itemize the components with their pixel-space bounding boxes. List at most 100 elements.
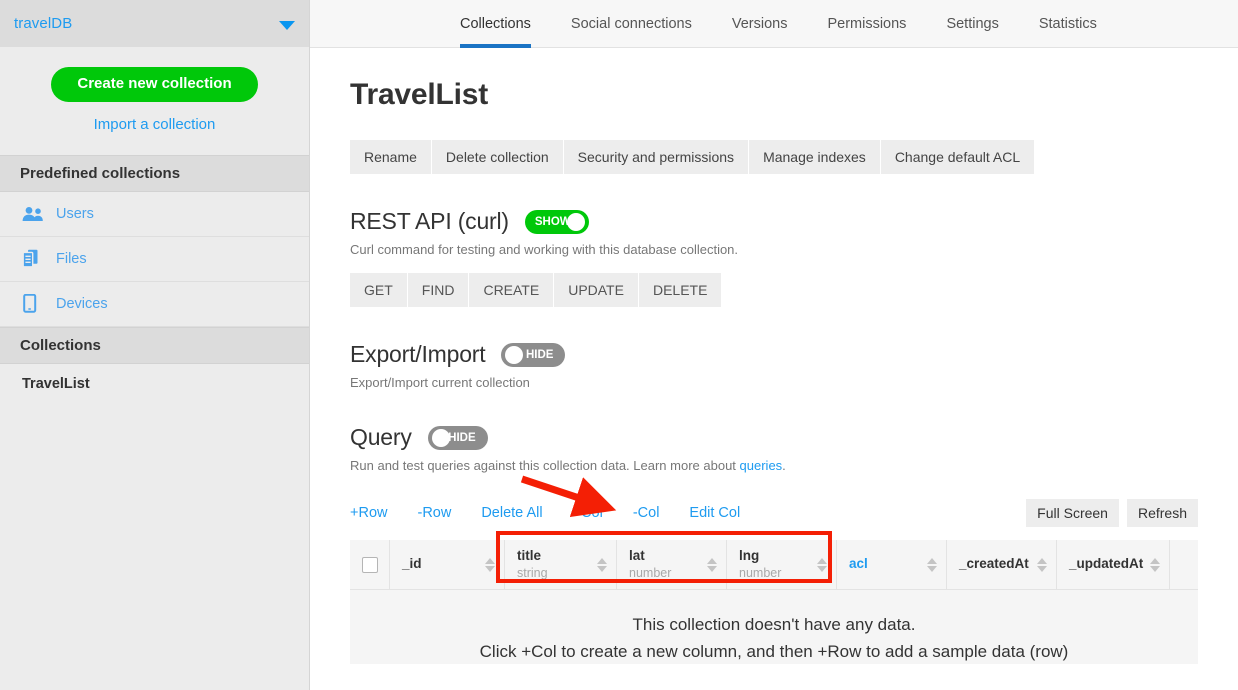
empty-state-message: This collection doesn't have any data. C… <box>350 590 1198 665</box>
tab-settings[interactable]: Settings <box>926 0 1018 48</box>
column-name: title <box>517 548 542 564</box>
sort-icon[interactable] <box>597 557 607 572</box>
remove-col-link[interactable]: -Col <box>633 505 660 521</box>
column-type: number <box>739 566 782 580</box>
import-collection-link[interactable]: Import a collection <box>0 116 309 133</box>
page-title: TravelList <box>350 78 489 111</box>
app-root: travelDB Create new collection Import a … <box>0 0 1238 690</box>
users-icon <box>22 206 56 222</box>
device-icon <box>22 294 56 313</box>
table-header-row: _id title string lat number lng number a… <box>350 540 1198 591</box>
column-header-id[interactable]: _id <box>390 540 505 590</box>
rest-verb-update[interactable]: UPDATE <box>554 273 639 308</box>
rest-verb-create[interactable]: CREATE <box>469 273 555 308</box>
tab-label: Settings <box>946 16 999 32</box>
caret-down-icon[interactable] <box>279 21 295 30</box>
tab-permissions[interactable]: Permissions <box>807 0 926 48</box>
files-icon <box>22 249 56 268</box>
column-header-lat[interactable]: lat number <box>617 540 727 590</box>
database-selector[interactable]: travelDB <box>0 0 309 47</box>
tab-label: Social connections <box>570 16 692 32</box>
collection-action-buttons: Rename Delete collection Security and pe… <box>350 140 1035 175</box>
column-type: number <box>629 566 672 580</box>
query-description-prefix: Run and test queries against this collec… <box>350 458 740 474</box>
column-name: acl <box>849 556 868 572</box>
add-col-link[interactable]: +Col <box>573 505 603 521</box>
rename-button[interactable]: Rename <box>350 140 432 175</box>
select-all-cell <box>350 540 390 590</box>
tab-versions[interactable]: Versions <box>712 0 808 48</box>
database-name: travelDB <box>14 15 73 32</box>
rest-verb-delete[interactable]: DELETE <box>638 273 722 308</box>
column-name: lng <box>739 548 760 564</box>
empty-state-line-1: This collection doesn't have any data. <box>632 615 916 635</box>
export-import-section-header: Export/Import HIDE <box>350 341 1198 368</box>
rest-api-section-header: REST API (curl) SHOW <box>350 208 1198 235</box>
main-panel: Collections Social connections Versions … <box>310 0 1238 690</box>
toggle-knob <box>566 212 585 231</box>
select-all-checkbox[interactable] <box>361 556 378 573</box>
top-navigation: Collections Social connections Versions … <box>310 0 1238 48</box>
sidebar-item-files[interactable]: Files <box>0 237 309 282</box>
rest-verb-find[interactable]: FIND <box>407 273 470 308</box>
delete-all-link[interactable]: Delete All <box>481 505 542 521</box>
manage-indexes-button[interactable]: Manage indexes <box>749 140 881 175</box>
full-screen-button[interactable]: Full Screen <box>1026 499 1119 528</box>
sort-icon[interactable] <box>1150 557 1160 572</box>
sidebar-item-label: Files <box>56 250 87 267</box>
toggle-knob <box>431 428 450 447</box>
column-header-lng[interactable]: lng number <box>727 540 837 590</box>
tab-label: Versions <box>731 16 788 32</box>
remove-row-link[interactable]: -Row <box>417 505 451 521</box>
rest-api-description: Curl command for testing and working wit… <box>350 242 739 258</box>
security-and-permissions-button[interactable]: Security and permissions <box>563 140 750 175</box>
tab-label: Permissions <box>827 16 907 32</box>
add-row-link[interactable]: +Row <box>350 505 387 521</box>
query-description: Run and test queries against this collec… <box>350 458 1198 473</box>
sidebar-collection-travellist[interactable]: TravelList <box>0 364 309 404</box>
column-name: _updatedAt <box>1069 556 1144 572</box>
sidebar-item-devices[interactable]: Devices <box>0 282 309 327</box>
edit-col-link[interactable]: Edit Col <box>689 505 740 521</box>
sidebar-item-users[interactable]: Users <box>0 192 309 237</box>
tab-statistics[interactable]: Statistics <box>1019 0 1117 48</box>
rest-verb-get[interactable]: GET <box>350 273 408 308</box>
export-import-description: Export/Import current collection <box>350 375 530 391</box>
sort-icon[interactable] <box>927 557 937 572</box>
create-new-collection-button[interactable]: Create new collection <box>51 67 258 102</box>
sort-icon[interactable] <box>1037 557 1047 572</box>
query-toggle[interactable]: HIDE <box>427 425 488 450</box>
sidebar-collection-label: TravelList <box>22 375 90 392</box>
query-right-buttons: Full Screen Refresh <box>1026 499 1198 528</box>
refresh-button[interactable]: Refresh <box>1126 499 1198 528</box>
column-header-updatedat[interactable]: _updatedAt <box>1057 540 1170 590</box>
export-import-toggle[interactable]: HIDE <box>501 342 566 367</box>
query-title: Query <box>350 424 412 451</box>
rest-api-verb-buttons: GET FIND CREATE UPDATE DELETE <box>350 273 722 308</box>
sort-icon[interactable] <box>817 557 827 572</box>
predefined-collections-header: Predefined collections <box>0 154 309 192</box>
tab-social-connections[interactable]: Social connections <box>551 0 712 48</box>
sort-icon[interactable] <box>485 557 495 572</box>
tab-label: Statistics <box>1038 16 1097 32</box>
column-header-createdat[interactable]: _createdAt <box>947 540 1057 590</box>
tab-label: Collections <box>460 16 531 32</box>
delete-collection-button[interactable]: Delete collection <box>431 140 564 175</box>
data-table: _id title string lat number lng number a… <box>350 540 1198 665</box>
query-toolbar: +Row -Row Delete All +Col -Col Edit Col … <box>350 499 1198 528</box>
column-name: lat <box>629 548 645 564</box>
tab-collections[interactable]: Collections <box>440 0 551 48</box>
column-name: _createdAt <box>959 556 1029 572</box>
sort-icon[interactable] <box>707 557 717 572</box>
query-section-header: Query HIDE <box>350 424 1198 451</box>
rest-api-title: REST API (curl) <box>350 208 509 235</box>
create-collection-zone: Create new collection Import a collectio… <box>0 47 309 155</box>
sidebar-item-label: Devices <box>56 295 108 312</box>
rest-api-toggle[interactable]: SHOW <box>524 209 589 234</box>
queries-link[interactable]: queries <box>740 458 783 473</box>
change-default-acl-button[interactable]: Change default ACL <box>880 140 1035 175</box>
column-type: string <box>517 566 548 580</box>
column-header-title[interactable]: title string <box>505 540 617 590</box>
content-area: TravelList Rename Delete collection Secu… <box>310 48 1238 665</box>
column-header-acl[interactable]: acl <box>837 540 947 590</box>
